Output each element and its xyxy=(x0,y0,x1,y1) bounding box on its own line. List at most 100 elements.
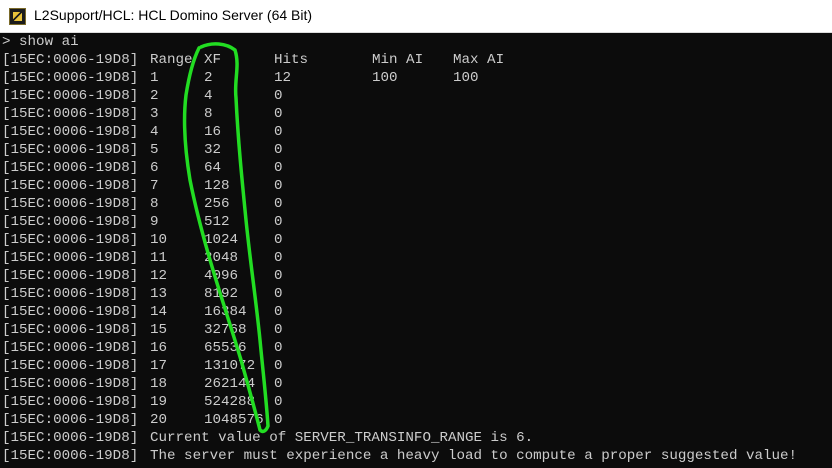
range-cell: 13 xyxy=(150,286,168,302)
xf-cell: 1048576 xyxy=(204,412,264,428)
range-cell: 14 xyxy=(150,304,168,320)
line-prefix: [15EC:0006-19D8] xyxy=(2,376,139,392)
message-line: [15EC:0006-19D8] Current value of SERVER… xyxy=(2,429,533,447)
xf-cell: 262144 xyxy=(204,376,256,392)
range-cell: 3 xyxy=(150,106,159,122)
hits-cell: 0 xyxy=(274,340,283,356)
hits-cell: 0 xyxy=(274,322,283,338)
xf-cell: 4 xyxy=(204,88,213,104)
range-cell: 20 xyxy=(150,412,168,428)
xf-cell: 65536 xyxy=(204,340,247,356)
hits-cell: 0 xyxy=(274,106,283,122)
xf-cell: 1024 xyxy=(204,232,239,248)
hits-cell: 0 xyxy=(274,160,283,176)
hits-cell: 0 xyxy=(274,124,283,140)
line-prefix: [15EC:0006-19D8] xyxy=(2,340,139,356)
header-hits: Hits xyxy=(274,52,309,68)
line-prefix: [15EC:0006-19D8] xyxy=(2,178,139,194)
hits-cell: 0 xyxy=(274,286,283,302)
hits-cell: 0 xyxy=(274,214,283,230)
xf-cell: 2 xyxy=(204,70,213,86)
range-cell: 16 xyxy=(150,340,168,356)
line-prefix: [15EC:0006-19D8] xyxy=(2,124,139,140)
xf-cell: 2048 xyxy=(204,250,239,266)
range-cell: 8 xyxy=(150,196,159,212)
range-cell: 5 xyxy=(150,142,159,158)
line-prefix: [15EC:0006-19D8] xyxy=(2,304,139,320)
xf-cell: 8 xyxy=(204,106,213,122)
range-cell: 18 xyxy=(150,376,168,392)
xf-cell: 32 xyxy=(204,142,222,158)
line-prefix: [15EC:0006-19D8] xyxy=(2,322,139,338)
range-cell: 6 xyxy=(150,160,159,176)
range-cell: 10 xyxy=(150,232,168,248)
line-prefix: [15EC:0006-19D8] xyxy=(2,394,139,410)
domino-server-icon xyxy=(9,8,26,25)
range-cell: 11 xyxy=(150,250,168,266)
hits-cell: 0 xyxy=(274,412,283,428)
range-cell: 15 xyxy=(150,322,168,338)
hits-cell: 0 xyxy=(274,142,283,158)
line-prefix: [15EC:0006-19D8] xyxy=(2,106,139,122)
range-cell: 4 xyxy=(150,124,159,140)
line-prefix: [15EC:0006-19D8] xyxy=(2,268,139,284)
range-cell: 17 xyxy=(150,358,168,374)
message-line: [15EC:0006-19D8] The server must experie… xyxy=(2,447,797,465)
xf-cell: 4096 xyxy=(204,268,239,284)
xf-cell: 512 xyxy=(204,214,230,230)
range-cell: 19 xyxy=(150,394,168,410)
xf-cell: 256 xyxy=(204,196,230,212)
xf-cell: 524288 xyxy=(204,394,256,410)
xf-cell: 8192 xyxy=(204,286,239,302)
header-range: Range xyxy=(150,52,193,68)
line-prefix: [15EC:0006-19D8] xyxy=(2,196,139,212)
hits-cell: 0 xyxy=(274,178,283,194)
range-cell: 9 xyxy=(150,214,159,230)
hits-cell: 0 xyxy=(274,268,283,284)
hits-cell: 0 xyxy=(274,232,283,248)
line-prefix: [15EC:0006-19D8] xyxy=(2,286,139,302)
table-header-row: [15EC:0006-19D8] Range XF Hits Min AI Ma… xyxy=(2,51,504,69)
header-max-ai: Max AI xyxy=(453,52,505,68)
hits-cell: 0 xyxy=(274,250,283,266)
line-prefix: [15EC:0006-19D8] xyxy=(2,160,139,176)
xf-cell: 16 xyxy=(204,124,222,140)
line-prefix: [15EC:0006-19D8] xyxy=(2,88,139,104)
command-line: > show ai xyxy=(2,34,79,50)
message-text: The server must experience a heavy load … xyxy=(150,448,798,464)
line-prefix: [15EC:0006-19D8] xyxy=(2,214,139,230)
table-row: [15EC:0006-19D8] 1 2 12 100 100 xyxy=(2,69,479,87)
line-prefix: [15EC:0006-19D8] xyxy=(2,412,139,428)
hits-cell: 0 xyxy=(274,376,283,392)
console-output[interactable]: > show ai [15EC:0006-19D8] Range XF Hits… xyxy=(0,33,832,468)
xf-cell: 64 xyxy=(204,160,222,176)
min-ai-cell: 100 xyxy=(372,70,398,86)
hits-cell: 12 xyxy=(274,70,292,86)
line-prefix: [15EC:0006-19D8] xyxy=(2,358,139,374)
xf-cell: 16384 xyxy=(204,304,247,320)
header-min-ai: Min AI xyxy=(372,52,424,68)
line-prefix: [15EC:0006-19D8] xyxy=(2,448,139,464)
range-cell: 12 xyxy=(150,268,168,284)
range-cell: 7 xyxy=(150,178,159,194)
window-title: L2Support/HCL: HCL Domino Server (64 Bit… xyxy=(34,7,313,23)
hits-cell: 0 xyxy=(274,304,283,320)
xf-cell: 131072 xyxy=(204,358,256,374)
range-cell: 2 xyxy=(150,88,159,104)
hits-cell: 0 xyxy=(274,358,283,374)
xf-cell: 128 xyxy=(204,178,230,194)
hits-cell: 0 xyxy=(274,88,283,104)
xf-cell: 32768 xyxy=(204,322,247,338)
max-ai-cell: 100 xyxy=(453,70,479,86)
hits-cell: 0 xyxy=(274,394,283,410)
message-text: Current value of SERVER_TRANSINFO_RANGE … xyxy=(150,430,534,446)
range-cell: 1 xyxy=(150,70,159,86)
window-titlebar[interactable]: L2Support/HCL: HCL Domino Server (64 Bit… xyxy=(0,0,832,33)
line-prefix: [15EC:0006-19D8] xyxy=(2,430,139,446)
line-prefix: [15EC:0006-19D8] xyxy=(2,250,139,266)
line-prefix: [15EC:0006-19D8] xyxy=(2,142,139,158)
header-xf: XF xyxy=(204,52,222,68)
line-prefix: [15EC:0006-19D8] xyxy=(2,70,139,86)
line-prefix: [15EC:0006-19D8] xyxy=(2,52,139,68)
line-prefix: [15EC:0006-19D8] xyxy=(2,232,139,248)
